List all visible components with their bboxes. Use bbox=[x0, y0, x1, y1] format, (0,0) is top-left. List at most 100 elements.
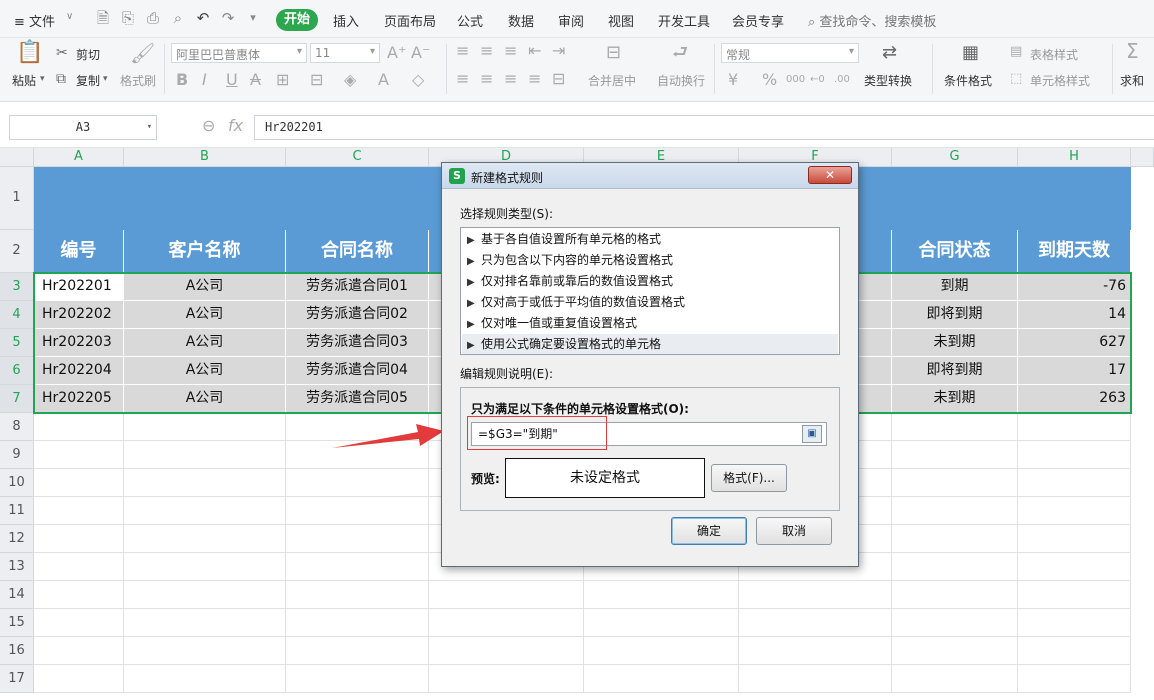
rule-type-item[interactable]: ▶ 仅对高于或低于平均值的数值设置格式 bbox=[467, 292, 837, 312]
row-header-9[interactable]: 9 bbox=[0, 441, 34, 469]
merge-center-button[interactable]: 合并居中 bbox=[588, 72, 636, 89]
fx-icon[interactable]: fx bbox=[228, 116, 243, 135]
empty-cell[interactable] bbox=[892, 413, 1018, 441]
empty-cell[interactable] bbox=[124, 581, 286, 609]
empty-cell[interactable] bbox=[34, 413, 124, 441]
row-header-5[interactable]: 5 bbox=[0, 329, 34, 357]
empty-cell[interactable] bbox=[1018, 553, 1131, 581]
close-button[interactable]: ✕ bbox=[808, 166, 852, 184]
empty-cell[interactable] bbox=[1018, 413, 1131, 441]
empty-cell[interactable] bbox=[584, 609, 739, 637]
ok-button[interactable]: 确定 bbox=[671, 517, 747, 545]
row-header-4[interactable]: 4 bbox=[0, 301, 34, 329]
empty-cell[interactable] bbox=[124, 665, 286, 693]
row-header-17[interactable]: 17 bbox=[0, 665, 34, 693]
empty-cell[interactable] bbox=[892, 525, 1018, 553]
empty-cell[interactable] bbox=[286, 665, 429, 693]
row-header-13[interactable]: 13 bbox=[0, 553, 34, 581]
tab-review[interactable]: 审阅 bbox=[558, 11, 584, 30]
row-header-15[interactable]: 15 bbox=[0, 609, 34, 637]
row-header-6[interactable]: 6 bbox=[0, 357, 34, 385]
select-all-corner[interactable] bbox=[0, 148, 34, 167]
empty-cell[interactable] bbox=[892, 665, 1018, 693]
empty-cell[interactable] bbox=[739, 637, 892, 665]
thousands-separator-icon[interactable]: 000 bbox=[786, 71, 805, 89]
fill-color-icon[interactable]: ◈ bbox=[344, 71, 356, 89]
row-header-16[interactable]: 16 bbox=[0, 637, 34, 665]
empty-cell[interactable] bbox=[34, 609, 124, 637]
strikethrough-icon[interactable]: A bbox=[250, 71, 261, 89]
column-header-c[interactable]: C bbox=[286, 148, 429, 167]
export-pdf-icon[interactable]: ⎘ bbox=[119, 9, 137, 27]
font-size-select[interactable]: 11 ▾ bbox=[310, 43, 380, 63]
redo-icon[interactable]: ↷ bbox=[219, 9, 237, 27]
empty-cell[interactable] bbox=[34, 581, 124, 609]
table-cell-c3[interactable]: 劳务派遣合同01 bbox=[286, 273, 429, 301]
empty-cell[interactable] bbox=[892, 553, 1018, 581]
copy-dropdown-icon[interactable]: ▾ bbox=[103, 74, 108, 84]
rule-type-item[interactable]: ▶ 仅对排名靠前或靠后的数值设置格式 bbox=[467, 271, 837, 291]
table-cell-g4[interactable]: 即将到期 bbox=[892, 301, 1018, 329]
empty-cell[interactable] bbox=[286, 497, 429, 525]
table-cell-h4[interactable]: 14 bbox=[1018, 301, 1131, 329]
empty-cell[interactable] bbox=[1018, 609, 1131, 637]
empty-cell[interactable] bbox=[429, 637, 584, 665]
row-header-1[interactable]: 1 bbox=[0, 167, 34, 230]
formula-input[interactable]: Hr202201 bbox=[254, 115, 1154, 140]
rule-type-item-selected[interactable]: ▶ 使用公式确定要设置格式的单元格 bbox=[462, 334, 838, 354]
italic-icon[interactable]: I bbox=[202, 71, 207, 89]
zoom-icon[interactable]: ⊖ bbox=[202, 116, 215, 135]
empty-cell[interactable] bbox=[892, 497, 1018, 525]
header-cell-h[interactable]: 到期天数 bbox=[1018, 230, 1131, 273]
empty-cell[interactable] bbox=[286, 469, 429, 497]
table-cell-b3[interactable]: A公司 bbox=[124, 273, 286, 301]
empty-cell[interactable] bbox=[34, 497, 124, 525]
bold-icon[interactable]: B bbox=[176, 71, 188, 89]
align-right-icon[interactable]: ≡ bbox=[504, 70, 517, 88]
more-quick-access-icon[interactable]: ▾ bbox=[244, 9, 262, 27]
row-header-2[interactable]: 2 bbox=[0, 230, 34, 273]
empty-cell[interactable] bbox=[34, 665, 124, 693]
tab-member[interactable]: 会员专享 bbox=[732, 11, 784, 30]
undo-icon[interactable]: ↶ bbox=[194, 9, 212, 27]
align-center-icon[interactable]: ≡ bbox=[480, 70, 493, 88]
table-cell-h7[interactable]: 263 bbox=[1018, 385, 1131, 413]
column-header-b[interactable]: B bbox=[124, 148, 286, 167]
table-cell-h3[interactable]: -76 bbox=[1018, 273, 1131, 301]
empty-cell[interactable] bbox=[286, 609, 429, 637]
font-name-select[interactable]: 阿里巴巴普惠体 ▾ bbox=[171, 43, 307, 63]
empty-cell[interactable] bbox=[286, 553, 429, 581]
empty-cell[interactable] bbox=[124, 469, 286, 497]
table-cell-b5[interactable]: A公司 bbox=[124, 329, 286, 357]
tab-data[interactable]: 数据 bbox=[508, 11, 534, 30]
paste-dropdown-icon[interactable]: ▾ bbox=[40, 74, 45, 84]
empty-cell[interactable] bbox=[1018, 525, 1131, 553]
empty-cell[interactable] bbox=[124, 609, 286, 637]
print-icon[interactable]: ⎙ bbox=[144, 9, 162, 27]
empty-cell[interactable] bbox=[286, 637, 429, 665]
distribute-icon[interactable]: ⊟ bbox=[552, 70, 565, 88]
rule-type-item[interactable]: ▶ 基于各自值设置所有单元格的格式 bbox=[467, 229, 837, 249]
font-color-icon[interactable]: A bbox=[378, 71, 389, 89]
empty-cell[interactable] bbox=[892, 441, 1018, 469]
table-cell-c5[interactable]: 劳务派遣合同03 bbox=[286, 329, 429, 357]
empty-cell[interactable] bbox=[124, 497, 286, 525]
row-header-14[interactable]: 14 bbox=[0, 581, 34, 609]
empty-cell[interactable] bbox=[34, 441, 124, 469]
table-cell-h5[interactable]: 627 bbox=[1018, 329, 1131, 357]
empty-cell[interactable] bbox=[124, 525, 286, 553]
column-header-g[interactable]: G bbox=[892, 148, 1018, 167]
empty-cell[interactable] bbox=[34, 469, 124, 497]
table-cell-a6[interactable]: Hr202204 bbox=[34, 357, 124, 385]
tab-insert[interactable]: 插入 bbox=[333, 11, 359, 30]
align-bottom-icon[interactable]: ≡ bbox=[504, 42, 517, 60]
empty-cell[interactable] bbox=[584, 665, 739, 693]
empty-cell[interactable] bbox=[124, 637, 286, 665]
cut-button[interactable]: 剪切 bbox=[76, 46, 100, 63]
name-box[interactable]: A3 ▾ bbox=[9, 115, 157, 140]
table-cell-a7[interactable]: Hr202205 bbox=[34, 385, 124, 413]
merge-style-icon[interactable]: ⊟ bbox=[310, 71, 323, 89]
tab-home[interactable]: 开始 bbox=[276, 9, 318, 31]
paste-button[interactable]: 粘贴 bbox=[12, 72, 36, 89]
chevron-down-icon[interactable]: ∨ bbox=[66, 11, 73, 22]
